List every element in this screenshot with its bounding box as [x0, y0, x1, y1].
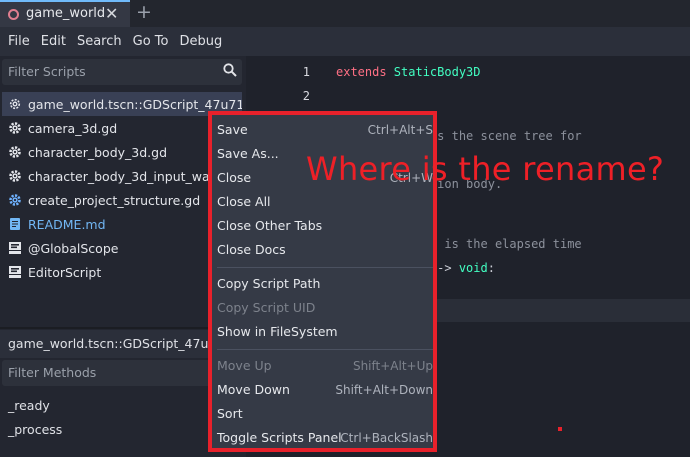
menu-item-label: Save	[217, 122, 248, 137]
code-token: :	[487, 261, 495, 275]
script-item-label: game_world.tscn::GDScript_47u71	[28, 96, 242, 112]
script-menu-bar: File Edit Search Go To Debug	[0, 27, 690, 56]
menu-item-label: Close Docs	[217, 242, 286, 257]
menu-item-label: Close All	[217, 194, 271, 209]
code-text: extends StaticBody3D	[336, 60, 481, 84]
scene-tab-bar: game_world ✕ +	[0, 0, 690, 27]
script-item-global-scope[interactable]: @GlobalScope	[2, 236, 242, 260]
text-file-icon	[8, 217, 22, 231]
line-number: 2	[302, 89, 310, 103]
code-token: void	[458, 261, 488, 275]
menu-item-label: Save As...	[217, 146, 279, 161]
script-list: game_world.tscn::GDScript_47u71 camera_3…	[2, 92, 242, 324]
script-item-label: create_project_structure.gd	[28, 192, 201, 208]
script-item-editor-script[interactable]: EditorScript	[2, 260, 242, 284]
filter-methods-placeholder: Filter Methods	[8, 365, 97, 380]
code-line[interactable]: 1 extends StaticBody3D	[246, 60, 690, 84]
doc-icon	[8, 241, 22, 255]
menu-item-label: Move Up	[217, 358, 272, 373]
add-tab-icon[interactable]: +	[136, 0, 152, 25]
script-item-readme[interactable]: README.md	[2, 212, 242, 236]
annotation-text: Where is the rename?	[306, 150, 665, 188]
code-token: StaticBody3D	[393, 65, 481, 79]
menu-item-label: Close	[217, 170, 252, 185]
gear-icon	[8, 169, 22, 183]
menu-item-close-other-tabs[interactable]: Close Other Tabs	[217, 215, 433, 237]
close-tab-icon[interactable]: ✕	[105, 4, 118, 23]
menu-item-close-all[interactable]: Close All	[217, 191, 433, 213]
code-token: extends	[336, 65, 394, 79]
gear-icon	[8, 121, 22, 135]
scene-tab-label: game_world	[26, 6, 106, 21]
menu-item-copy-script-uid: Copy Script UID	[217, 297, 433, 319]
menu-item-label: Close Other Tabs	[217, 218, 323, 233]
menu-item-shortcut: Shift+Alt+Up	[352, 359, 433, 373]
gear-blue-icon	[8, 193, 22, 207]
script-item-label: character_body_3d.gd	[28, 144, 168, 160]
menu-item-shortcut: Ctrl+BackSlash	[340, 431, 433, 445]
menu-file[interactable]: File	[8, 34, 30, 49]
filter-methods-input[interactable]: Filter Methods	[2, 360, 242, 386]
menu-item-label: Show in FileSystem	[217, 324, 338, 339]
menu-item-shortcut: Ctrl+Alt+S	[367, 123, 433, 137]
menu-edit[interactable]: Edit	[41, 34, 66, 49]
menu-item-sort[interactable]: Sort	[217, 403, 433, 425]
menu-separator	[217, 267, 433, 268]
script-item-label: camera_3d.gd	[28, 120, 118, 136]
menu-item-save[interactable]: Save Ctrl+Alt+S	[217, 119, 433, 141]
annotation-dot	[558, 427, 562, 431]
script-item-create-project-structure[interactable]: create_project_structure.gd	[2, 188, 242, 212]
script-item-label: EditorScript	[28, 264, 102, 280]
menu-search[interactable]: Search	[77, 34, 122, 49]
menu-item-shortcut: Shift+Alt+Down	[335, 383, 433, 397]
gear-outline-icon	[8, 97, 22, 111]
script-item-camera-3d[interactable]: camera_3d.gd	[2, 116, 242, 140]
menu-debug[interactable]: Debug	[179, 34, 222, 49]
menu-separator	[217, 349, 433, 350]
filter-scripts-input[interactable]: Filter Scripts	[2, 59, 242, 85]
menu-item-copy-script-path[interactable]: Copy Script Path	[217, 273, 433, 295]
line-number: 1	[302, 65, 310, 79]
menu-item-label: Sort	[217, 406, 243, 421]
script-item-label: README.md	[28, 216, 106, 232]
menu-item-move-up: Move Up Shift+Alt+Up	[217, 355, 433, 377]
menu-item-label: Copy Script Path	[217, 276, 321, 291]
doc-icon	[8, 265, 22, 279]
search-icon	[223, 63, 237, 77]
script-item-game-world[interactable]: game_world.tscn::GDScript_47u71	[2, 92, 242, 116]
code-line[interactable]: 2	[246, 84, 690, 108]
menu-item-toggle-scripts-panel[interactable]: Toggle Scripts Panel Ctrl+BackSlash	[217, 427, 433, 449]
filter-scripts-placeholder: Filter Scripts	[8, 64, 86, 79]
scene-node-icon	[8, 9, 19, 20]
script-item-character-body-3d-input-wasd[interactable]: character_body_3d_input_wasd.gd	[2, 164, 242, 188]
menu-item-label: Copy Script UID	[217, 300, 316, 315]
menu-item-show-in-filesystem[interactable]: Show in FileSystem	[217, 321, 433, 343]
menu-item-label: Move Down	[217, 382, 290, 397]
script-item-character-body-3d[interactable]: character_body_3d.gd	[2, 140, 242, 164]
menu-item-label: Toggle Scripts Panel	[217, 430, 342, 445]
menu-go-to[interactable]: Go To	[133, 34, 169, 49]
menu-item-move-down[interactable]: Move Down Shift+Alt+Down	[217, 379, 433, 401]
gear-icon	[8, 145, 22, 159]
menu-item-close-docs[interactable]: Close Docs	[217, 239, 433, 261]
script-item-label: @GlobalScope	[28, 240, 119, 256]
scene-tab[interactable]: game_world ✕	[0, 0, 130, 27]
